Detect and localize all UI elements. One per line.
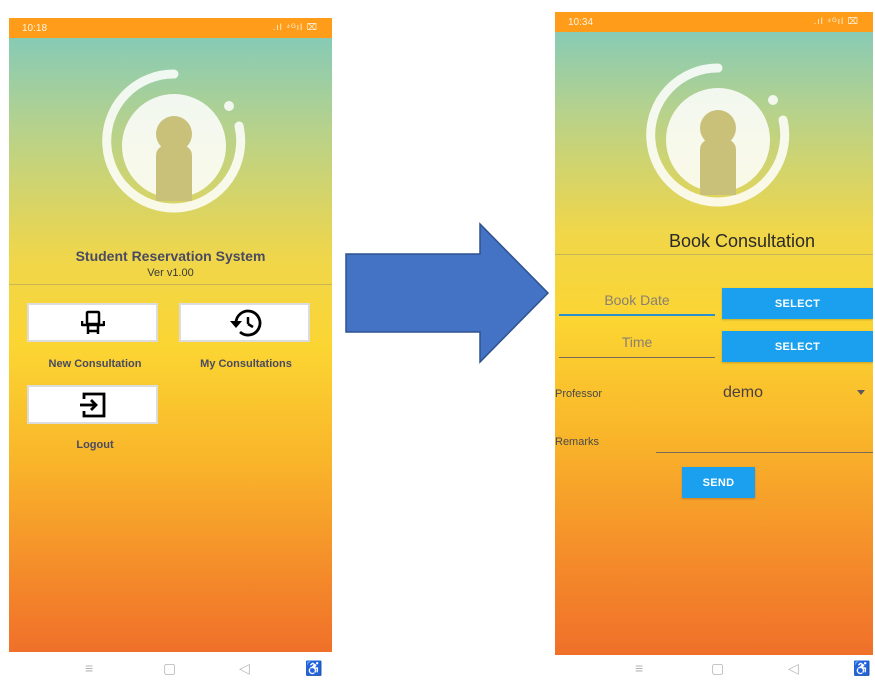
menu-icon[interactable]: ≡ [85,660,93,676]
divider [9,284,332,285]
app-logo-icon [646,63,790,207]
professor-select[interactable]: demo [715,384,873,406]
professor-value: demo [723,384,764,401]
home-icon[interactable]: ▢ [163,660,176,677]
app-title: Student Reservation System [75,248,266,264]
select-time-button[interactable]: SELECT [722,331,873,362]
logout-icon [79,392,105,417]
app-logo-icon [102,69,246,213]
select-date-button[interactable]: SELECT [722,288,873,319]
menu-icon[interactable]: ≡ [635,660,643,676]
left-navigation-bar: ≡ ▢ ◁ ♿ [55,660,322,682]
transition-arrow-icon [345,222,550,364]
new-consultation-label: New Consultation [48,358,142,370]
book-consultation-screen: 10:34 .ıl ⁴ᴳıl ⌧ Book Consultation Book … [555,12,873,655]
app-version: Ver v1.00 [147,267,194,279]
logout-label: Logout [76,439,114,451]
time-input[interactable]: Time [559,334,715,358]
my-consultations-label: My Consultations [200,358,292,370]
remarks-label: Remarks [555,436,600,448]
accessibility-icon[interactable]: ♿ [853,660,870,677]
logout-button[interactable] [27,385,158,424]
send-button[interactable]: SEND [682,467,755,498]
accessibility-icon[interactable]: ♿ [305,660,322,677]
signal-battery-icon: .ıl ⁴ᴳıl ⌧ [272,22,318,32]
status-time: 10:34 [568,17,594,28]
divider [555,254,873,255]
history-icon [229,309,261,336]
professor-label: Professor [555,388,603,400]
back-icon[interactable]: ◁ [239,660,250,677]
chevron-down-icon [857,390,865,395]
signal-battery-icon: .ıl ⁴ᴳıl ⌧ [813,16,859,26]
status-bar: 10:18 .ıl ⁴ᴳıl ⌧ [9,18,332,38]
home-icon[interactable]: ▢ [711,660,724,677]
status-bar: 10:34 .ıl ⁴ᴳıl ⌧ [555,12,873,32]
page-title: Book Consultation [668,231,816,251]
book-date-input[interactable]: Book Date [559,292,715,316]
new-consultation-button[interactable] [27,303,158,342]
right-navigation-bar: ≡ ▢ ◁ ♿ [605,660,870,682]
home-screen: 10:18 .ıl ⁴ᴳıl ⌧ Student Reservation Sys… [9,18,332,652]
back-icon[interactable]: ◁ [788,660,799,677]
chair-icon [80,310,105,334]
status-time: 10:18 [22,23,48,34]
my-consultations-button[interactable] [179,303,310,342]
remarks-input[interactable] [656,430,873,453]
